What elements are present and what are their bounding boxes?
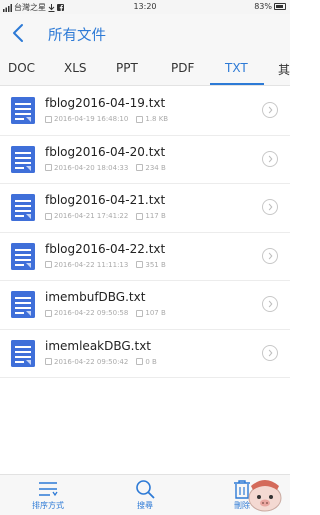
file-meta: 2016-04-22 11:11:13 351 B: [45, 261, 166, 269]
text-file-icon: [11, 145, 35, 173]
text-file-icon: [11, 339, 35, 367]
tab-ppt[interactable]: PPT: [116, 61, 138, 75]
battery-percent: 83%: [254, 2, 272, 11]
active-tab-indicator: [210, 83, 264, 85]
app-header: 所有文件: [0, 14, 290, 54]
status-bar: 台灣之星 13:20 83%: [0, 0, 290, 14]
calendar-icon: [45, 212, 52, 220]
chevron-right-icon[interactable]: [262, 102, 278, 118]
size-icon: [136, 164, 144, 171]
back-button[interactable]: [8, 22, 30, 44]
mascot-watermark-icon: [248, 480, 282, 512]
sort-label: 排序方式: [32, 501, 64, 510]
calendar-icon: [45, 358, 52, 365]
file-date: 2016-04-19 16:48:10: [54, 115, 129, 123]
file-date: 2016-04-22 09:50:58: [54, 309, 129, 317]
file-date: 2016-04-22 11:11:13: [54, 260, 129, 269]
file-name: fblog2016-04-20.txt: [45, 144, 166, 159]
search-label: 搜尋: [137, 501, 153, 510]
status-time: 13:20: [133, 2, 157, 11]
calendar-icon: [45, 261, 52, 268]
calendar-icon: [45, 115, 52, 123]
chevron-left-icon: [13, 24, 23, 42]
size-icon: [136, 115, 144, 123]
file-date: 2016-04-22 09:50:42: [54, 357, 129, 366]
file-size: 351 B: [145, 260, 166, 269]
size-icon: [136, 309, 144, 317]
file-name: imemleakDBG.txt: [45, 338, 152, 353]
tab-txt[interactable]: TXT: [225, 61, 248, 75]
file-size: 107 B: [145, 309, 166, 317]
list-item[interactable]: imemleakDBG.txt 2016-04-22 09:50:42 0 B: [0, 330, 290, 378]
file-size: 117 B: [145, 212, 166, 220]
size-icon: [136, 261, 144, 268]
calendar-icon: [45, 309, 52, 317]
text-file-icon: [11, 242, 35, 270]
file-name: fblog2016-04-22.txt: [45, 241, 166, 256]
text-file-icon: [11, 194, 35, 221]
sort-button[interactable]: 排序方式: [18, 479, 78, 515]
file-date: 2016-04-20 18:04:33: [54, 163, 129, 172]
list-item[interactable]: fblog2016-04-19.txt 2016-04-19 16:48:10 …: [0, 87, 290, 136]
list-item[interactable]: fblog2016-04-22.txt 2016-04-22 11:11:13 …: [0, 233, 290, 281]
chevron-right-icon[interactable]: [262, 344, 278, 361]
file-list: fblog2016-04-19.txt 2016-04-19 16:48:10 …: [0, 87, 290, 378]
file-meta: 2016-04-20 18:04:33 234 B: [45, 164, 166, 172]
text-file-icon: [11, 97, 35, 124]
search-icon: [136, 480, 155, 499]
file-meta: 2016-04-19 16:48:10 1.8 KB: [45, 115, 168, 123]
list-item[interactable]: imembufDBG.txt 2016-04-22 09:50:58 107 B: [0, 281, 290, 330]
tab-doc[interactable]: DOC: [8, 61, 35, 75]
file-meta: 2016-04-22 09:50:58 107 B: [45, 309, 166, 317]
text-file-icon: [11, 291, 35, 318]
file-size: 0 B: [145, 357, 157, 366]
size-icon: [136, 358, 144, 365]
file-name: fblog2016-04-19.txt: [45, 96, 166, 110]
file-name: fblog2016-04-21.txt: [45, 193, 166, 207]
chevron-right-icon[interactable]: [262, 296, 278, 312]
file-date: 2016-04-21 17:41:22: [54, 212, 129, 220]
status-right: 83%: [254, 2, 286, 11]
calendar-icon: [45, 164, 52, 171]
search-button[interactable]: 搜尋: [115, 479, 175, 515]
tab-xls[interactable]: XLS: [64, 61, 87, 75]
file-size: 1.8 KB: [145, 115, 169, 123]
chevron-right-icon[interactable]: [262, 247, 278, 264]
page-title: 所有文件: [48, 28, 106, 44]
file-name: imembufDBG.txt: [45, 290, 146, 304]
file-type-tabs: DOC XLS PPT PDF TXT 其: [0, 54, 290, 86]
battery-icon: [274, 3, 286, 10]
sort-icon: [39, 482, 58, 497]
chevron-right-icon[interactable]: [262, 199, 278, 215]
tab-other[interactable]: 其: [278, 61, 290, 78]
list-item[interactable]: fblog2016-04-21.txt 2016-04-21 17:41:22 …: [0, 184, 290, 233]
file-meta: 2016-04-21 17:41:22 117 B: [45, 212, 166, 220]
file-meta: 2016-04-22 09:50:42 0 B: [45, 358, 157, 366]
list-item[interactable]: fblog2016-04-20.txt 2016-04-20 18:04:33 …: [0, 136, 290, 184]
file-size: 234 B: [145, 163, 166, 172]
size-icon: [136, 212, 144, 220]
tab-pdf[interactable]: PDF: [171, 61, 194, 75]
chevron-right-icon[interactable]: [262, 150, 278, 167]
